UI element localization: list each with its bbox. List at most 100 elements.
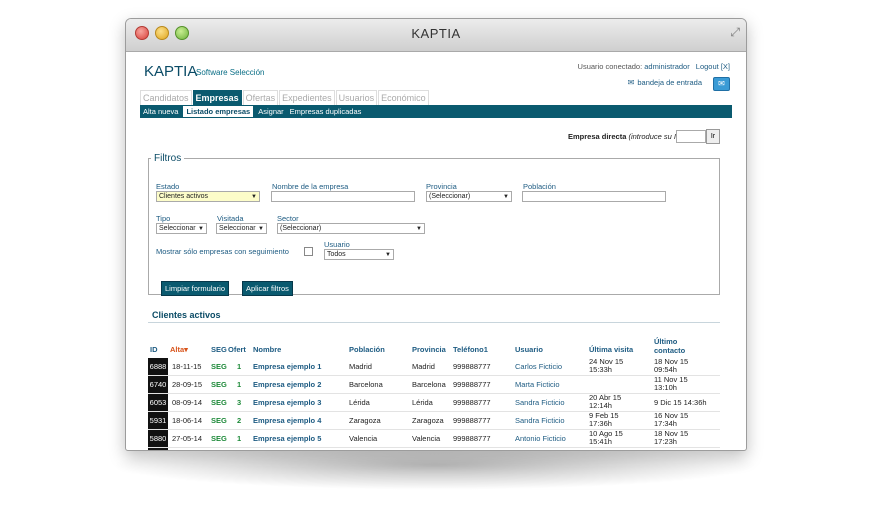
direct-id-input[interactable] <box>676 130 706 143</box>
row-visita: 9 Feb 15 17:36h <box>589 412 619 428</box>
tipo-label: Tipo <box>156 214 171 223</box>
row-visita: 10 Ago 15 15:41h <box>589 430 623 446</box>
tab-economico[interactable]: Económico <box>378 90 429 105</box>
dropdown-arrow-icon: ▼ <box>385 252 391 258</box>
table-row[interactable]: 5931 18-06-14 SEG 2 Empresa ejemplo 4 Za… <box>148 412 720 430</box>
user-prefix: Usuario conectado: <box>577 62 643 71</box>
go-button[interactable]: Ir <box>706 129 720 144</box>
table-row[interactable] <box>148 448 720 450</box>
nombre-input[interactable] <box>271 191 415 202</box>
row-telefono: 999888777 <box>453 380 491 389</box>
table-row[interactable]: 6888 18-11-15 SEG 1 Empresa ejemplo 1 Ma… <box>148 358 720 376</box>
col-telefono[interactable]: Teléfono1 <box>453 345 488 354</box>
row-alta: 18-11-15 <box>172 362 202 371</box>
visitada-select[interactable]: Seleccionar ▼ <box>216 223 267 234</box>
poblacion-input[interactable] <box>522 191 666 202</box>
col-poblacion[interactable]: Población <box>349 345 385 354</box>
col-ofert[interactable]: Ofert <box>228 345 246 354</box>
sector-select[interactable]: (Seleccionar) ▼ <box>277 223 425 234</box>
row-provincia: Valencia <box>412 434 441 443</box>
row-contacto: 18 Nov 15 09:54h <box>654 358 688 374</box>
row-usuario[interactable]: Sandra Ficticio <box>515 398 565 407</box>
row-nombre[interactable]: Empresa ejemplo 1 <box>253 362 321 371</box>
row-contacto: 9 Dic 15 14:36h <box>654 398 707 407</box>
row-id <box>148 448 168 450</box>
row-contacto-date: 9 Dic 15 14:36h <box>654 398 707 407</box>
filters-legend: Filtros <box>154 153 182 164</box>
row-id: 6740 <box>148 376 168 393</box>
fullscreen-icon[interactable]: ⤢ <box>730 25 740 40</box>
col-provincia[interactable]: Provincia <box>412 345 446 354</box>
sector-value: (Seleccionar) <box>280 225 322 232</box>
title-bar: KAPTIA ⤢ <box>126 19 746 52</box>
tab-candidatos[interactable]: Candidatos <box>140 90 192 105</box>
app-subtitle: Software Selección <box>196 68 265 77</box>
row-nombre[interactable]: Empresa ejemplo 5 <box>253 434 321 443</box>
provincia-value: (Seleccionar) <box>429 193 471 200</box>
col-nombre[interactable]: Nombre <box>253 345 281 354</box>
col-ultimo-contacto-2[interactable]: contacto <box>654 346 685 355</box>
col-seg[interactable]: SEG <box>211 345 227 354</box>
inbox-label: bandeja de entrada <box>637 78 702 87</box>
row-contacto-time: 17:23h <box>654 437 677 446</box>
app-content: KAPTIA Software Selección Usuario conect… <box>126 52 746 450</box>
row-usuario[interactable]: Carlos Ficticio <box>515 362 562 371</box>
results-title: Clientes activos <box>152 310 221 320</box>
subnav-alta-nueva[interactable]: Alta nueva <box>140 106 181 117</box>
subnav-asignar[interactable]: Asignar <box>255 106 286 117</box>
tab-ofertas[interactable]: Ofertas <box>242 90 279 105</box>
row-seg: SEG <box>211 398 227 407</box>
table-row[interactable]: 6740 28-09-15 SEG 1 Empresa ejemplo 2 Ba… <box>148 376 720 394</box>
col-ultima-visita[interactable]: Última visita <box>589 345 633 354</box>
subnav-listado-empresas[interactable]: Listado empresas <box>183 106 254 117</box>
apply-filters-button[interactable]: Aplicar filtros <box>242 281 293 296</box>
envelope-icon: ✉ <box>627 78 635 87</box>
row-visita-time: 15:33h <box>589 365 612 374</box>
subnav-empresas-duplicadas[interactable]: Empresas duplicadas <box>287 106 365 117</box>
row-telefono: 999888777 <box>453 434 491 443</box>
col-ultimo-contacto-1[interactable]: Último <box>654 337 677 346</box>
row-poblacion: Barcelona <box>349 380 383 389</box>
table-row[interactable]: 5880 27-05-14 SEG 1 Empresa ejemplo 5 Va… <box>148 430 720 448</box>
nombre-label: Nombre de la empresa <box>272 182 349 191</box>
col-id[interactable]: ID <box>150 345 158 354</box>
row-nombre[interactable]: Empresa ejemplo 3 <box>253 398 321 407</box>
estado-label: Estado <box>156 182 180 191</box>
row-contacto: 16 Nov 15 17:34h <box>654 412 688 428</box>
usuario-select[interactable]: Todos ▼ <box>324 249 394 260</box>
row-provincia: Zaragoza <box>412 416 444 425</box>
tab-expedientes[interactable]: Expedientes <box>279 90 335 105</box>
row-ofert: 1 <box>237 434 242 443</box>
clear-form-button[interactable]: Limpiar formulario <box>161 281 230 296</box>
row-contacto: 18 Nov 15 17:23h <box>654 430 688 446</box>
col-alta[interactable]: Alta▾ <box>170 345 188 354</box>
row-usuario[interactable]: Antonio Ficticio <box>515 434 566 443</box>
tab-usuarios[interactable]: Usuarios <box>335 90 378 105</box>
window-title: KAPTIA <box>411 26 461 41</box>
seguimiento-label: Mostrar sólo empresas con seguimiento <box>156 247 289 256</box>
row-seg: SEG <box>211 434 227 443</box>
results-divider <box>148 322 720 323</box>
tipo-select[interactable]: Seleccionar ▼ <box>156 223 207 234</box>
row-usuario[interactable]: Marta Ficticio <box>515 380 560 389</box>
estado-select[interactable]: Clientes activos ▼ <box>156 191 260 202</box>
inbox-link[interactable]: ✉ bandeja de entrada <box>628 78 702 87</box>
direct-label: Empresa directa <box>568 132 627 141</box>
row-visita: 24 Nov 15 15:33h <box>589 358 623 374</box>
row-usuario[interactable]: Sandra Ficticio <box>515 416 565 425</box>
row-ofert: 1 <box>237 362 242 371</box>
row-visita: 20 Abr 15 12:14h <box>589 394 621 410</box>
mail-icon[interactable]: ✉ <box>713 77 730 91</box>
col-usuario[interactable]: Usuario <box>515 345 543 354</box>
provincia-select[interactable]: (Seleccionar) ▼ <box>426 191 512 202</box>
table-row[interactable]: 6053 08-09-14 SEG 3 Empresa ejemplo 3 Lé… <box>148 394 720 412</box>
user-name[interactable]: administrador <box>644 62 689 71</box>
row-poblacion: Zaragoza <box>349 416 381 425</box>
row-nombre[interactable]: Empresa ejemplo 4 <box>253 416 321 425</box>
tipo-value: Seleccionar <box>159 225 196 232</box>
tab-empresas[interactable]: Empresas <box>192 90 242 105</box>
logout-link[interactable]: Logout [X] <box>696 62 730 71</box>
row-alta: 08-09-14 <box>172 398 203 407</box>
row-nombre[interactable]: Empresa ejemplo 2 <box>253 380 321 389</box>
seguimiento-checkbox[interactable] <box>304 247 313 256</box>
